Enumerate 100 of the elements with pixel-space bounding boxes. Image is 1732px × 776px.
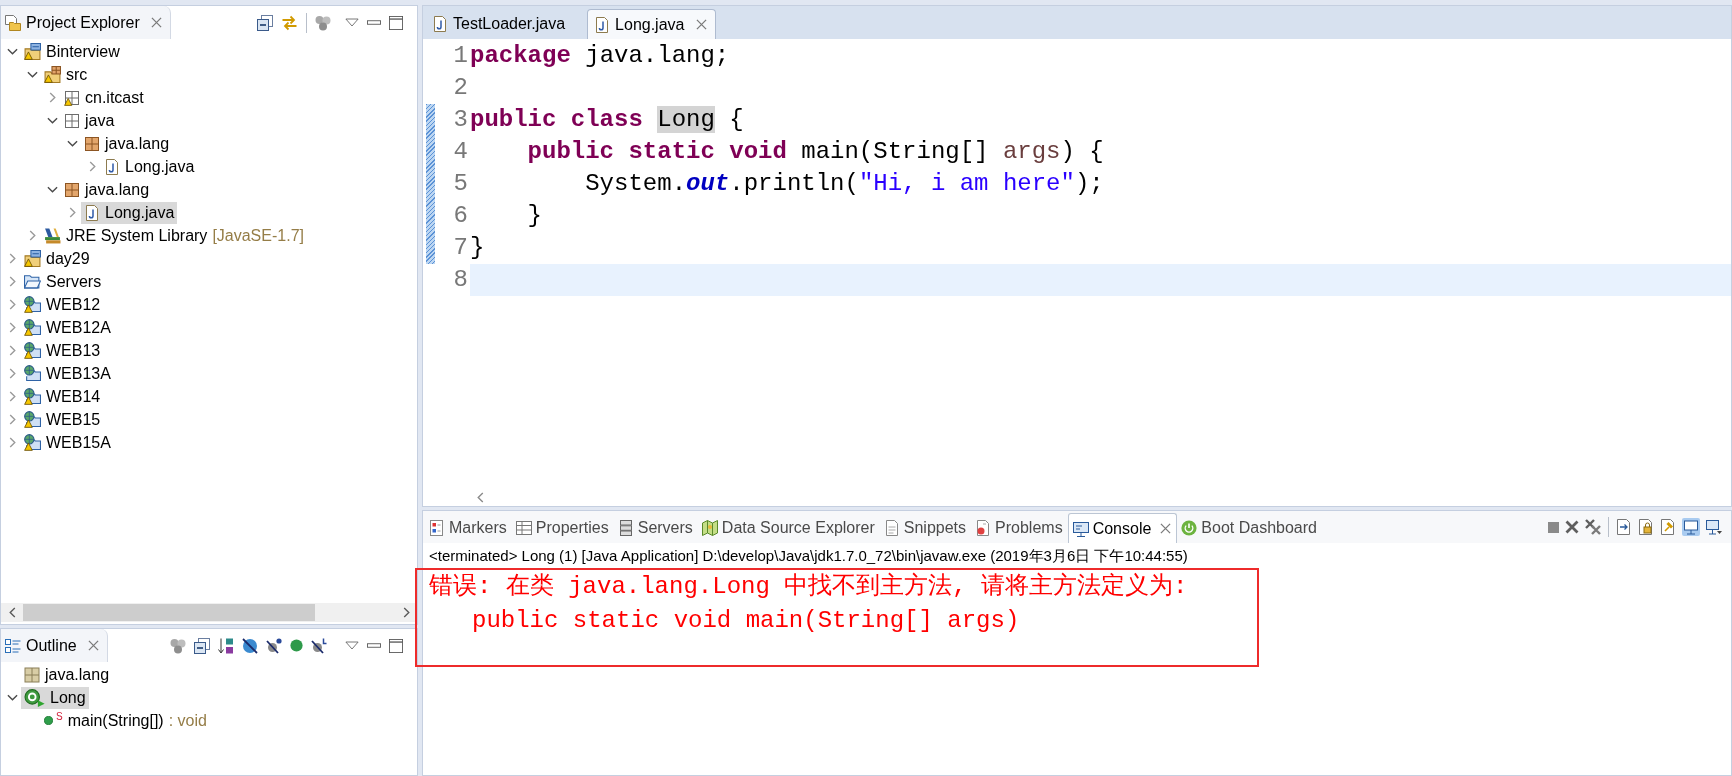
server-stack-icon <box>617 520 634 536</box>
tree-item[interactable]: java <box>61 109 118 132</box>
chevron-right-icon[interactable] <box>8 299 16 310</box>
tree-item[interactable]: java.lang <box>81 132 173 155</box>
code-line: } <box>527 202 542 229</box>
crossed-corner-icon[interactable] <box>311 637 327 654</box>
minimize-icon[interactable] <box>367 643 381 648</box>
tree-item[interactable]: S main(String[]) : void <box>41 709 210 732</box>
chevron-right-icon[interactable] <box>8 253 16 264</box>
chevron-right-icon[interactable] <box>8 322 16 333</box>
tree-item[interactable]: src <box>41 63 91 86</box>
monitor-menu-icon[interactable] <box>1706 519 1722 535</box>
two-arrows-icon[interactable] <box>281 14 298 31</box>
minimize-icon[interactable] <box>367 20 381 25</box>
line-number: 4 <box>452 137 469 167</box>
chevron-right-icon[interactable] <box>8 276 16 287</box>
sort-icon[interactable] <box>218 637 234 654</box>
view-tab[interactable]: Data Source Explorer <box>697 513 880 543</box>
stop-icon[interactable] <box>1548 521 1559 533</box>
editor-tab[interactable]: Long.java <box>587 9 717 39</box>
tree-item[interactable]: WEB14 <box>21 385 104 408</box>
circles-icon[interactable] <box>170 637 186 654</box>
view-tab[interactable]: Snippets <box>879 513 972 543</box>
maximize-icon[interactable] <box>389 15 403 30</box>
view-tab[interactable]: Console <box>1067 513 1178 543</box>
editor-tab[interactable]: TestLoader.java <box>426 9 588 39</box>
tree-item[interactable]: java.lang <box>61 178 153 201</box>
tree-item[interactable]: Long.java <box>101 155 198 178</box>
map-icon <box>701 520 718 536</box>
chevron-right-icon[interactable] <box>8 368 16 379</box>
close-icon[interactable] <box>696 19 708 30</box>
horizontal-scrollbar[interactable] <box>1 603 417 622</box>
close-icon[interactable] <box>150 17 162 28</box>
chevron-down-icon[interactable] <box>66 140 78 147</box>
line-number: 6 <box>452 201 469 231</box>
chevron-right-icon[interactable] <box>28 230 36 241</box>
tree-item[interactable]: WEB13A <box>21 362 114 385</box>
view-menu-icon[interactable] <box>345 18 359 27</box>
chevron-right-icon[interactable] <box>8 391 16 402</box>
chevron-down-icon[interactable] <box>6 48 18 55</box>
monitor-icon[interactable] <box>1682 518 1700 536</box>
tree-item[interactable]: JRE System Library [JavaSE-1.7] <box>41 224 307 247</box>
scroll-right-icon[interactable] <box>402 607 410 618</box>
tree-item[interactable]: WEB15 <box>21 408 104 431</box>
crossed-dot-icon[interactable] <box>266 637 282 654</box>
chevron-down-icon[interactable] <box>46 186 58 193</box>
tree-item[interactable]: java.lang <box>21 663 113 686</box>
scrollbar-thumb[interactable] <box>23 604 315 621</box>
view-tab[interactable]: Outline <box>1 629 108 662</box>
tree-item[interactable]: Binterview <box>21 40 123 63</box>
view-tab[interactable]: Boot Dashboard <box>1177 513 1322 543</box>
chevron-right-icon[interactable] <box>88 161 96 172</box>
page-error-icon <box>975 520 992 536</box>
remove-x-icon[interactable] <box>1565 520 1579 534</box>
double-x-icon[interactable] <box>1585 519 1601 535</box>
view-tab[interactable]: Project Explorer <box>1 6 171 39</box>
tree-item[interactable]: WEB13 <box>21 339 104 362</box>
tree-item[interactable]: WEB15A <box>21 431 114 454</box>
java-file-icon <box>432 16 448 32</box>
collapse-all-icon[interactable] <box>257 14 273 31</box>
view-tab[interactable]: Markers <box>425 513 512 543</box>
view-tab[interactable]: Properties <box>511 513 614 543</box>
page-lock-icon[interactable] <box>1638 519 1654 535</box>
table-icon <box>515 520 532 536</box>
tree-item[interactable]: WEB12 <box>21 293 104 316</box>
close-icon[interactable] <box>1160 523 1172 534</box>
dot-icon[interactable] <box>290 639 303 652</box>
chevron-right-icon[interactable] <box>8 437 16 448</box>
tree-item[interactable]: cn.itcast <box>61 86 147 109</box>
scroll-left-icon[interactable] <box>477 491 484 503</box>
line-number: 1 <box>452 41 469 71</box>
chevron-right-icon[interactable] <box>68 207 76 218</box>
maximize-icon[interactable] <box>389 638 403 653</box>
view-tab[interactable]: Problems <box>971 513 1068 543</box>
static-marker: S <box>56 710 63 722</box>
folder-page-icon <box>5 14 21 31</box>
line-number: 5 <box>452 169 469 199</box>
tree-item[interactable]: day29 <box>21 247 93 270</box>
tree-item[interactable]: Long <box>21 686 89 709</box>
scroll-left-icon[interactable] <box>8 607 16 618</box>
chevron-down-icon[interactable] <box>6 694 18 701</box>
circles-icon[interactable] <box>315 14 331 31</box>
chevron-right-icon[interactable] <box>48 92 56 103</box>
close-icon[interactable] <box>87 640 99 651</box>
chevron-right-icon[interactable] <box>8 414 16 425</box>
view-tab[interactable]: Servers <box>613 513 698 543</box>
code-line: System.out.println("Hi, i am here"); <box>585 170 1104 197</box>
crossed-circle-icon[interactable] <box>242 637 258 654</box>
collapse-all-icon[interactable] <box>194 637 210 654</box>
view-menu-icon[interactable] <box>345 641 359 650</box>
chevron-down-icon[interactable] <box>46 117 58 124</box>
console-error-line: 错误: 在类 java.lang.Long 中找不到主方法, 请将主方法定义为: <box>429 571 1188 602</box>
tree-item[interactable]: WEB12A <box>21 316 114 339</box>
chevron-right-icon[interactable] <box>8 345 16 356</box>
outline-list-icon <box>5 637 21 654</box>
page-hammer-icon[interactable] <box>1660 519 1676 535</box>
tree-item[interactable]: Servers <box>21 270 105 293</box>
chevron-down-icon[interactable] <box>26 71 38 78</box>
tree-item[interactable]: Long.java <box>81 201 178 224</box>
page-arrow-icon[interactable] <box>1616 519 1632 535</box>
